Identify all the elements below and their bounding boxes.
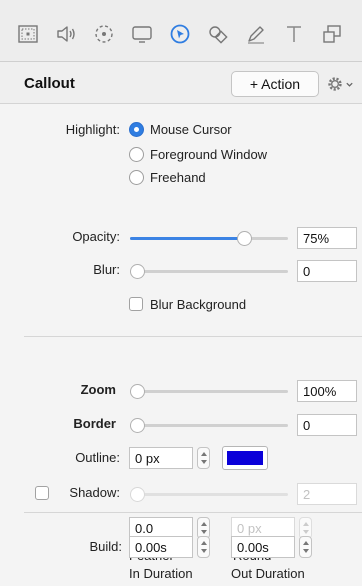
highlight-label: Highlight: <box>65 122 120 137</box>
canvas-tool-button[interactable] <box>14 20 42 48</box>
opacity-slider-knob[interactable] <box>237 231 252 246</box>
shadow-field[interactable]: 2 <box>297 483 357 505</box>
build-in-duration-field[interactable]: 0.00s <box>129 536 193 558</box>
highlight-mouse-cursor-radio[interactable] <box>129 122 144 137</box>
opacity-label: Opacity: <box>72 229 120 244</box>
shadow-slider-knob[interactable] <box>130 487 145 502</box>
panel-title: Callout <box>24 75 75 92</box>
build-out-duration-stepper[interactable] <box>299 536 312 558</box>
blur-slider[interactable] <box>130 264 288 279</box>
cursor-tool-button[interactable] <box>166 20 194 48</box>
zoom-label: Zoom <box>80 382 116 397</box>
blur-slider-knob[interactable] <box>130 264 145 279</box>
outline-label: Outline: <box>75 450 120 465</box>
screen-tool-button[interactable] <box>128 20 156 48</box>
draw-tool-button[interactable] <box>242 20 270 48</box>
blur-background-label: Blur Background <box>150 297 247 312</box>
outline-color-swatch <box>227 451 263 465</box>
border-label: Border <box>73 416 116 431</box>
canvas-icon <box>18 25 38 43</box>
chevron-down-icon <box>346 82 353 87</box>
highlight-freehand-radio[interactable] <box>129 170 144 185</box>
in-duration-label: In Duration <box>129 566 193 581</box>
zoom-slider[interactable] <box>130 384 288 399</box>
shapes-icon <box>209 26 228 44</box>
opacity-field[interactable]: 75% <box>297 227 357 249</box>
shadow-checkbox[interactable] <box>35 486 49 500</box>
blur-field[interactable]: 0 <box>297 260 357 282</box>
inspector-toolbar <box>0 0 362 62</box>
opacity-slider[interactable] <box>130 231 288 246</box>
section-divider-1 <box>24 336 362 337</box>
highlight-freehand-label: Freehand <box>150 170 206 185</box>
transition-icon <box>95 25 113 43</box>
outline-width-field[interactable]: 0 px <box>129 447 193 469</box>
transitions-tool-button[interactable] <box>90 20 118 48</box>
callout-inspector-panel: Callout + Action Highlight: Mouse Cursor… <box>0 62 362 586</box>
section-divider-2 <box>24 512 362 513</box>
pen-icon <box>248 26 264 44</box>
outline-color-well[interactable] <box>222 446 268 470</box>
border-slider-knob[interactable] <box>130 418 145 433</box>
screen-icon <box>132 26 152 43</box>
settings-menu-button[interactable] <box>325 72 357 96</box>
outline-width-stepper[interactable] <box>197 447 210 469</box>
blur-background-checkbox[interactable] <box>129 297 143 311</box>
text-icon <box>287 26 301 42</box>
audio-tool-button[interactable] <box>52 20 80 48</box>
border-field[interactable]: 0 <box>297 414 357 436</box>
gear-icon <box>328 77 342 91</box>
cursor-icon <box>170 24 190 44</box>
shadow-label: Shadow: <box>69 485 120 500</box>
text-tool-button[interactable] <box>280 20 308 48</box>
build-out-duration-field[interactable]: 0.00s <box>231 536 295 558</box>
zoom-field[interactable]: 100% <box>297 380 357 402</box>
out-duration-label: Out Duration <box>231 566 305 581</box>
highlight-foreground-window-radio[interactable] <box>129 147 144 162</box>
build-label: Build: <box>89 539 122 554</box>
media-tool-button[interactable] <box>318 20 346 48</box>
build-in-duration-stepper[interactable] <box>197 536 210 558</box>
audio-icon <box>57 26 75 42</box>
border-slider[interactable] <box>130 418 288 433</box>
add-action-button[interactable]: + Action <box>231 71 319 97</box>
highlight-mouse-cursor-label: Mouse Cursor <box>150 122 232 137</box>
blur-label: Blur: <box>93 262 120 277</box>
highlight-foreground-window-label: Foreground Window <box>150 147 268 162</box>
annotations-tool-button[interactable] <box>204 20 232 48</box>
panel-header: Callout + Action <box>0 62 362 104</box>
media-icon <box>323 25 341 43</box>
zoom-slider-knob[interactable] <box>130 384 145 399</box>
shadow-slider[interactable] <box>130 487 288 502</box>
opacity-slider-fill <box>130 237 244 240</box>
